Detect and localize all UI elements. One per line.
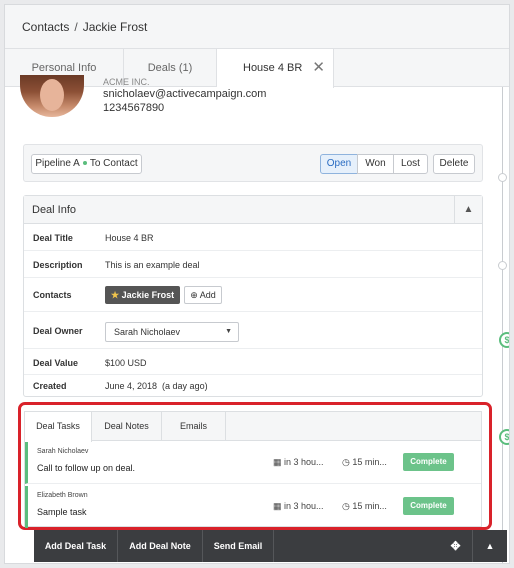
task-tabs: Deal Tasks Deal Notes Emails: [25, 412, 481, 442]
chevron-up-icon[interactable]: ▲: [454, 196, 482, 223]
deal-title-label: Deal Title: [33, 233, 73, 243]
deal-info-panel: Deal Info ▲ Deal Title House 4 BR Descri…: [23, 195, 483, 397]
task-duration: ◷ 15 min...: [342, 457, 387, 468]
created-label: Created: [33, 381, 67, 391]
deal-owner-row: Deal Owner Sarah Nicholaev ▼: [24, 312, 482, 349]
contact-chip-label: Jackie Frost: [121, 290, 175, 300]
timeline-activity-icon[interactable]: $: [499, 429, 509, 445]
task-due-text: in 3 hou...: [284, 501, 324, 511]
task-title[interactable]: Sample task: [37, 507, 87, 517]
collapse-up-icon[interactable]: ▲: [473, 530, 507, 562]
add-contact-button[interactable]: ⊕ Add: [184, 286, 222, 304]
move-icon[interactable]: ✥: [439, 530, 473, 562]
breadcrumb: Contacts / Jackie Frost: [5, 5, 509, 49]
description-row: Description This is an example deal: [24, 251, 482, 278]
plus-circle-icon: ⊕: [190, 290, 198, 300]
description-label: Description: [33, 260, 83, 270]
pipeline-name: Pipeline A: [35, 158, 80, 169]
task-row[interactable]: Elizabeth Brown Sample task ▦ in 3 hou..…: [25, 486, 481, 528]
close-tab-icon[interactable]: ✕: [312, 49, 325, 87]
deal-info-header: Deal Info ▲: [24, 196, 482, 224]
breadcrumb-separator: /: [74, 20, 78, 34]
task-duration-text: 15 min...: [352, 501, 387, 511]
delete-deal-button[interactable]: Delete: [433, 154, 475, 174]
calendar-icon: ▦: [273, 501, 282, 511]
deal-owner-label: Deal Owner: [33, 326, 83, 336]
contacts-row: Contacts ★ Jackie Frost ⊕ Add: [24, 278, 482, 312]
add-deal-note-button[interactable]: Add Deal Note: [118, 530, 203, 562]
task-due: ▦ in 3 hou...: [273, 457, 324, 468]
task-row[interactable]: Sarah Nicholaev Call to follow up on dea…: [25, 442, 481, 484]
timeline-dot: [498, 261, 507, 270]
deal-tasks-panel: Deal Tasks Deal Notes Emails Sarah Nicho…: [24, 411, 482, 528]
task-duration: ◷ 15 min...: [342, 501, 387, 512]
action-bar: Add Deal Task Add Deal Note Send Email ✥…: [34, 530, 507, 562]
task-due: ▦ in 3 hou...: [273, 501, 324, 512]
caret-down-icon: ▼: [225, 328, 232, 335]
contact-info: ACME INC. snicholaev@activecampaign.com …: [103, 77, 266, 115]
deal-window: Contacts / Jackie Frost Personal Info Deal…: [4, 4, 510, 564]
tab-deal-tasks[interactable]: Deal Tasks: [25, 412, 92, 442]
task-owner: Elizabeth Brown: [37, 492, 88, 499]
contact-company: ACME INC.: [103, 77, 150, 87]
description-value[interactable]: This is an example deal: [105, 260, 200, 270]
deal-owner-value: Sarah Nicholaev: [114, 327, 181, 337]
deal-owner-select[interactable]: Sarah Nicholaev ▼: [105, 322, 239, 342]
task-duration-text: 15 min...: [352, 457, 387, 467]
tab-emails[interactable]: Emails: [162, 412, 226, 441]
contact-email[interactable]: snicholaev@activecampaign.com: [103, 87, 266, 101]
pipeline-bar: Pipeline A To Contact Open Won Lost Delet…: [23, 144, 483, 182]
avatar: [20, 75, 84, 117]
complete-task-button[interactable]: Complete: [403, 453, 454, 471]
status-won-button[interactable]: Won: [357, 154, 394, 174]
created-value: June 4, 2018 (a day ago): [105, 381, 208, 391]
task-title[interactable]: Call to follow up on deal.: [37, 463, 135, 473]
calendar-icon: ▦: [273, 457, 282, 467]
add-contact-label: Add: [199, 290, 216, 300]
deal-title-row: Deal Title House 4 BR: [24, 224, 482, 251]
deal-value-label: Deal Value: [33, 358, 79, 368]
deal-title-value[interactable]: House 4 BR: [105, 233, 154, 243]
pipeline-stage-button[interactable]: Pipeline A To Contact: [31, 154, 142, 174]
deal-value-amount[interactable]: $100 USD: [105, 358, 147, 368]
breadcrumb-current: Jackie Frost: [82, 20, 148, 34]
clock-icon: ◷: [342, 501, 350, 511]
deal-info-title: Deal Info: [32, 204, 77, 216]
contact-chip[interactable]: ★ Jackie Frost: [105, 286, 181, 304]
timeline-activity-icon[interactable]: $: [499, 332, 509, 348]
add-deal-task-button[interactable]: Add Deal Task: [34, 530, 118, 562]
tab-deal-notes[interactable]: Deal Notes: [92, 412, 162, 441]
task-owner: Sarah Nicholaev: [37, 448, 89, 455]
status-open-button[interactable]: Open: [320, 154, 358, 174]
created-row: Created June 4, 2018 (a day ago): [24, 375, 482, 397]
timeline-dot: [498, 173, 507, 182]
breadcrumb-contacts-link[interactable]: Contacts: [22, 20, 69, 34]
contact-phone[interactable]: 1234567890: [103, 101, 266, 115]
send-email-button[interactable]: Send Email: [203, 530, 274, 562]
task-due-text: in 3 hou...: [284, 457, 324, 467]
clock-icon: ◷: [342, 457, 350, 467]
star-icon: ★: [111, 290, 120, 300]
pipeline-stage: To Contact: [89, 158, 138, 169]
complete-task-button[interactable]: Complete: [403, 497, 454, 515]
contacts-label: Contacts: [33, 290, 72, 300]
deal-value-row: Deal Value $100 USD: [24, 349, 482, 375]
status-lost-button[interactable]: Lost: [393, 154, 428, 174]
timeline-track: [502, 87, 503, 563]
stage-dot-icon: [82, 160, 87, 165]
